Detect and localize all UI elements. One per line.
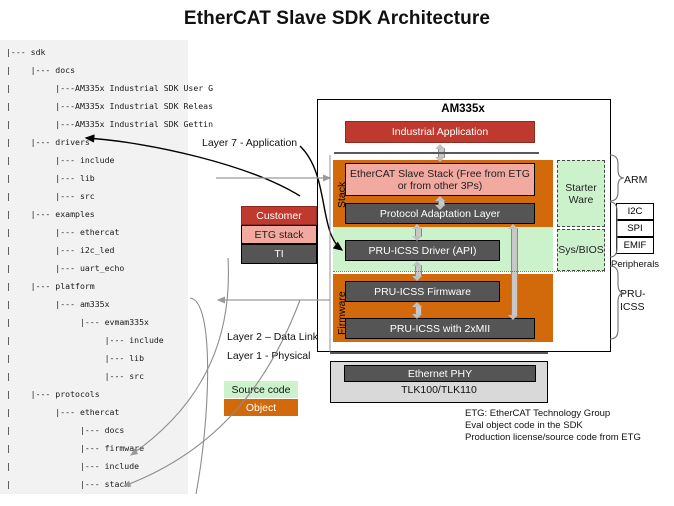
tree-row[interactable]: | |--- firmware <box>6 443 144 453</box>
tree-row[interactable]: | |--- drivers <box>6 137 90 147</box>
block-pruicss-2xmii[interactable]: PRU-ICSS with 2xMII <box>345 318 535 339</box>
peripheral-emif[interactable]: EMIF <box>616 237 654 254</box>
tree-row[interactable]: | |--- include <box>6 155 114 165</box>
tree-row[interactable]: | |--- evmam335x <box>6 317 149 327</box>
block-sysbios-label: Sys/BIOS <box>558 244 604 256</box>
slide-canvas: EtherCAT Slave SDK Architecture |--- sdk… <box>0 0 674 506</box>
tree-row[interactable]: | |--- ethercat <box>6 407 119 417</box>
tree-row[interactable]: | |---AM335x Industrial SDK User G <box>6 83 213 93</box>
block-ethernet-phy[interactable]: Ethernet PHY <box>344 365 536 382</box>
block-ethercat-slave-stack[interactable]: EtherCAT Slave Stack (Free from ETG or f… <box>345 163 535 196</box>
sdk-directory-tree-panel: |--- sdk | |--- docs | |---AM335x Industri… <box>0 40 213 494</box>
tree-row[interactable]: | |--- ethercat <box>6 227 119 237</box>
block-ethercat-slave-stack-label: EtherCAT Slave Stack (Free from ETG or f… <box>350 167 530 192</box>
side-label-firmware: Firmware <box>336 291 348 335</box>
right-label-arm: ARM <box>624 174 648 186</box>
layer7-rule <box>334 152 539 154</box>
tree-row[interactable]: | |--- platform <box>6 281 95 291</box>
footnotes: ETG: EtherCAT Technology Group Eval objec… <box>465 408 670 444</box>
tree-row[interactable]: | |--- docs <box>6 425 124 435</box>
block-pruicss-driver[interactable]: PRU-ICSS Driver (API) <box>345 240 500 261</box>
right-label-pruicss-line2: ICSS <box>620 301 645 313</box>
footnote-line: Eval object code in the SDK <box>465 420 583 431</box>
ownership-customer[interactable]: Customer <box>241 206 317 225</box>
layer1-label: Layer 1 - Physical <box>227 350 311 362</box>
arrow-stack-to-pal <box>435 196 446 210</box>
arrow-firmware-to-2xmii <box>412 302 423 319</box>
peripheral-spi-label: SPI <box>627 223 643 234</box>
ownership-ti-label: TI <box>274 248 284 260</box>
block-starter-ware[interactable]: Starter Ware <box>557 160 605 227</box>
block-industrial-application-label: Industrial Application <box>391 126 489 138</box>
peripheral-i2c[interactable]: I2C <box>616 203 654 220</box>
block-pruicss-driver-label: PRU-ICSS Driver (API) <box>368 244 477 257</box>
peripheral-spi[interactable]: SPI <box>616 220 654 237</box>
tree-row[interactable]: | |--- stack <box>6 479 129 489</box>
block-industrial-application[interactable]: Industrial Application <box>345 121 535 143</box>
block-pruicss-2xmii-label: PRU-ICSS with 2xMII <box>389 322 491 335</box>
tree-row[interactable]: | |---AM335x Industrial SDK Gettin <box>6 119 213 129</box>
right-label-peripherals: Peripherals <box>611 259 660 270</box>
tree-row[interactable]: | |--- protocols <box>6 389 100 399</box>
tree-row[interactable]: | |--- src <box>6 191 95 201</box>
ownership-legend-stack: Customer ETG stack TI <box>241 206 317 264</box>
tree-row[interactable]: | |--- am335x <box>6 299 110 309</box>
tree-row[interactable]: | |--- src <box>6 371 144 381</box>
block-pruicss-firmware[interactable]: PRU-ICSS Firmware <box>345 281 500 302</box>
tree-row[interactable]: | |--- uart_echo <box>6 263 124 273</box>
brace-arm <box>609 154 625 202</box>
tree-row[interactable]: | |--- i2c_led <box>6 245 114 255</box>
tree-row[interactable]: | |--- include <box>6 335 164 345</box>
block-ethernet-phy-label: Ethernet PHY <box>407 367 473 380</box>
legend-object-label: Object <box>245 401 277 414</box>
ethernet-phy-container: Ethernet PHY TLK100/TLK110 <box>330 361 548 403</box>
footnote-line: ETG: EtherCAT Technology Group <box>465 408 611 419</box>
legend-object: Object <box>224 399 298 416</box>
tree-row[interactable]: | |--- include <box>6 461 139 471</box>
layer2-rule <box>330 352 548 354</box>
tree-row[interactable]: | |--- lib <box>6 173 95 183</box>
tree-row[interactable]: | |--- examples <box>6 209 95 219</box>
tree-row[interactable]: | |---AM335x Industrial SDK Releas <box>6 101 213 111</box>
side-label-stack: Stack <box>336 181 348 208</box>
layer2-label: Layer 2 – Data Link <box>227 331 319 343</box>
tree-row[interactable]: | |--- docs <box>6 65 75 75</box>
legend-source-code: Source code <box>224 381 298 398</box>
ownership-etg-stack-label: ETG stack <box>254 228 304 241</box>
block-sysbios[interactable]: Sys/BIOS <box>557 229 605 271</box>
peripheral-emif-label: EMIF <box>623 240 647 251</box>
tree-row[interactable]: |--- sdk <box>6 47 45 57</box>
layer7-label: Layer 7 - Application <box>202 137 298 149</box>
layer2-boundary-dotted <box>333 271 605 272</box>
arrow-pal-to-driver <box>412 224 423 241</box>
ownership-etg-stack[interactable]: ETG stack <box>241 225 317 244</box>
footnote-line: Production license/source code from ETG <box>465 432 641 443</box>
ethernet-phy-part-number: TLK100/TLK110 <box>401 384 477 396</box>
arrow-pal-to-2xmii-long <box>508 224 519 320</box>
connector-firmware-curve <box>189 297 209 495</box>
legend-source-code-label: Source code <box>231 383 291 396</box>
tree-row[interactable]: | |--- lib <box>6 353 144 363</box>
right-label-pruicss-line1: PRU- <box>620 288 646 300</box>
page-title: EtherCAT Slave SDK Architecture <box>183 8 491 29</box>
peripheral-i2c-label: I2C <box>627 206 643 217</box>
ownership-customer-label: Customer <box>256 209 302 222</box>
block-starter-ware-label: Starter Ware <box>565 181 597 206</box>
am335x-label: AM335x <box>441 103 485 115</box>
block-pruicss-firmware-label: PRU-ICSS Firmware <box>374 285 471 298</box>
ownership-ti[interactable]: TI <box>241 244 317 264</box>
